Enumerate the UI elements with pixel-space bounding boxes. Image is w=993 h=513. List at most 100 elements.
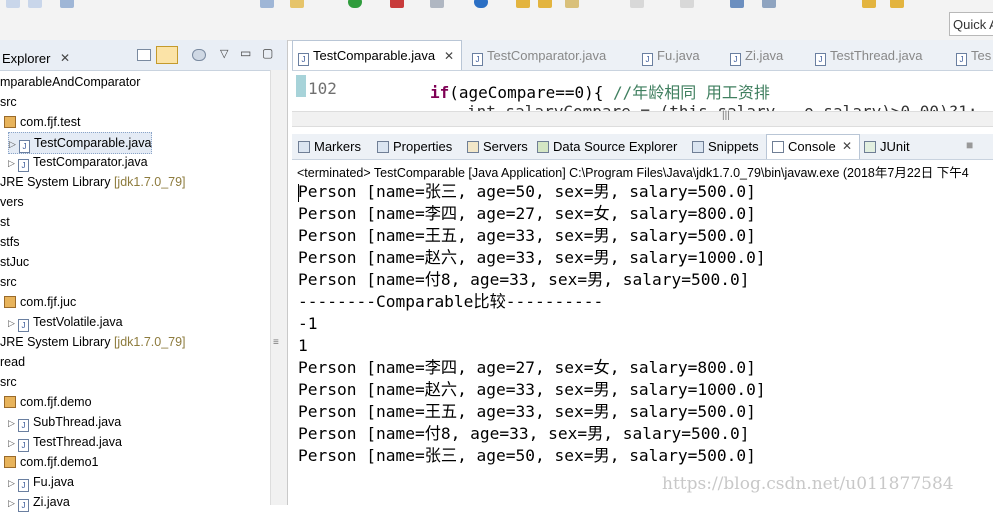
console-output[interactable]: Person [name=张三, age=50, sex=男, salary=5… xyxy=(296,181,993,505)
info-icon[interactable] xyxy=(474,0,488,8)
tree-item[interactable]: com.fjf.juc xyxy=(4,292,76,312)
stop-icon[interactable] xyxy=(390,0,404,8)
close-icon[interactable]: ✕ xyxy=(842,139,852,153)
editor-horizontal-scrollbar[interactable]: ||| xyxy=(292,110,993,127)
console-line: Person [name=李四, age=27, sex=女, salary=8… xyxy=(298,204,756,223)
console-line: Person [name=王五, age=33, sex=男, salary=5… xyxy=(298,226,756,245)
edit-icon[interactable] xyxy=(565,0,579,8)
junit-icon xyxy=(864,141,876,153)
save-icon[interactable] xyxy=(28,0,42,8)
tab-testthread[interactable]: J TestThread.java xyxy=(815,48,923,66)
view-menu-icon[interactable]: ▽ xyxy=(220,47,228,60)
package-icon xyxy=(4,396,16,408)
task-icon[interactable] xyxy=(730,0,744,8)
new-icon[interactable] xyxy=(6,0,20,8)
java-file-icon: J xyxy=(18,419,29,432)
tree-item[interactable]: JRE System Library [jdk1.7.0_79] xyxy=(0,332,186,352)
forward-arrow-icon[interactable] xyxy=(890,0,904,8)
open-type-icon[interactable] xyxy=(538,0,552,8)
tree-item[interactable]: src xyxy=(0,272,17,292)
tab-testcomparable[interactable]: J TestComparable.java xyxy=(298,48,435,66)
run-icon[interactable] xyxy=(348,0,362,8)
tree-item[interactable]: ▷ J TestThread.java xyxy=(8,432,122,452)
package-icon xyxy=(4,456,16,468)
tree-item[interactable]: stJuc xyxy=(0,252,29,272)
close-icon[interactable]: ✕ xyxy=(60,51,70,65)
tree-item[interactable]: src xyxy=(0,372,17,392)
servers-icon xyxy=(467,141,479,153)
tree-item[interactable]: ▷ J Fu.java xyxy=(8,472,74,492)
tree-item-label: TestComparator.java xyxy=(33,155,148,169)
back-arrow-icon[interactable] xyxy=(862,0,876,8)
collapse-all-icon[interactable] xyxy=(137,49,151,61)
annotation-icon[interactable] xyxy=(630,0,644,8)
console-line: Person [name=王五, age=33, sex=男, salary=5… xyxy=(298,402,756,421)
tree-item-label: src xyxy=(0,275,17,289)
code-comment: //年龄相同 用工资排 xyxy=(613,83,770,102)
tree-item[interactable]: com.fjf.demo1 xyxy=(4,452,99,472)
close-icon[interactable]: ✕ xyxy=(444,49,454,63)
expand-arrow-icon[interactable]: ▷ xyxy=(8,433,18,453)
tree-item[interactable]: ▷ J TestComparator.java xyxy=(8,152,148,172)
minimize-icon[interactable]: ▭ xyxy=(240,46,251,60)
expand-arrow-icon[interactable]: ▷ xyxy=(9,134,19,154)
bookmark-icon[interactable] xyxy=(680,0,694,8)
tree-item[interactable]: ▷ J TestComparable.java xyxy=(8,132,153,154)
expand-arrow-icon[interactable]: ▷ xyxy=(8,153,18,173)
line-number: 102 xyxy=(308,79,337,98)
code-line: if(ageCompare==0){ //年龄相同 用工资排 xyxy=(430,79,770,103)
tree-item-suffix: [jdk1.7.0_79] xyxy=(113,335,186,349)
tab-properties[interactable]: Properties xyxy=(377,139,452,154)
watermark: https://blog.csdn.net/u011877584 xyxy=(662,474,954,494)
tree-item-label: TestComparable.java xyxy=(34,136,152,150)
tree-item[interactable]: com.fjf.test xyxy=(4,112,80,132)
tree-item-label: Fu.java xyxy=(33,475,74,489)
terminate-icon[interactable]: ■ xyxy=(966,138,973,152)
web-icon[interactable] xyxy=(430,0,444,8)
view-options-icon[interactable] xyxy=(192,49,206,61)
change-ruler xyxy=(296,75,306,97)
code-keyword: if xyxy=(430,83,450,102)
tree-item[interactable]: JRE System Library [jdk1.7.0_79] xyxy=(0,172,186,192)
tree-item[interactable]: vers xyxy=(0,192,24,212)
tab-testcomparator[interactable]: J TestComparator.java xyxy=(472,48,606,66)
tree-item[interactable]: ▷ J Zi.java xyxy=(8,492,70,512)
tab-servers[interactable]: Servers xyxy=(467,139,528,154)
tool-icon[interactable] xyxy=(290,0,304,8)
code-text: (ageCompare==0){ xyxy=(449,83,614,102)
tab-console[interactable]: Console xyxy=(772,139,836,154)
link-with-editor-icon[interactable] xyxy=(156,46,178,64)
tree-item[interactable]: src xyxy=(0,92,17,112)
tab-overflow[interactable]: J Tes xyxy=(956,48,991,66)
expand-arrow-icon[interactable]: ▷ xyxy=(8,473,18,493)
open-folder-icon[interactable] xyxy=(516,0,530,8)
maximize-icon[interactable]: ▢ xyxy=(262,46,273,60)
tree-item[interactable]: ▷ J TestVolatile.java xyxy=(8,312,123,332)
code-editor[interactable]: 102 if(ageCompare==0){ //年龄相同 用工资排 int s… xyxy=(292,71,993,111)
tree-item[interactable]: mparableAndComparator xyxy=(0,72,140,92)
tree-item-label: st xyxy=(0,215,10,229)
search-icon[interactable] xyxy=(60,0,74,8)
expand-arrow-icon[interactable]: ▷ xyxy=(8,313,18,333)
tab-junit[interactable]: JUnit xyxy=(864,139,910,154)
tree-item-label: src xyxy=(0,375,17,389)
tab-data-source-explorer[interactable]: Data Source Explorer xyxy=(537,139,677,154)
console-line: Person [name=付8, age=33, sex=男, salary=5… xyxy=(298,424,750,443)
quick-access-input[interactable]: Quick A xyxy=(949,12,993,36)
tree-scrollbar[interactable] xyxy=(270,70,287,505)
tab-snippets[interactable]: Snippets xyxy=(692,139,759,154)
tree-item[interactable]: read xyxy=(0,352,25,372)
debug-icon[interactable] xyxy=(260,0,274,8)
tab-markers[interactable]: Markers xyxy=(298,139,361,154)
tree-item[interactable]: st xyxy=(0,212,10,232)
flag-icon[interactable] xyxy=(762,0,776,8)
tree-item[interactable]: com.fjf.demo xyxy=(4,392,92,412)
java-file-icon: J xyxy=(18,439,29,452)
package-explorer-title[interactable]: Explorer xyxy=(2,51,50,66)
tree-item[interactable]: ▷ J SubThread.java xyxy=(8,412,121,432)
tree-item[interactable]: stfs xyxy=(0,232,19,252)
tab-fu[interactable]: J Fu.java xyxy=(642,48,700,66)
expand-arrow-icon[interactable]: ▷ xyxy=(8,413,18,433)
expand-arrow-icon[interactable]: ▷ xyxy=(8,493,18,513)
tab-zi[interactable]: J Zi.java xyxy=(730,48,783,66)
